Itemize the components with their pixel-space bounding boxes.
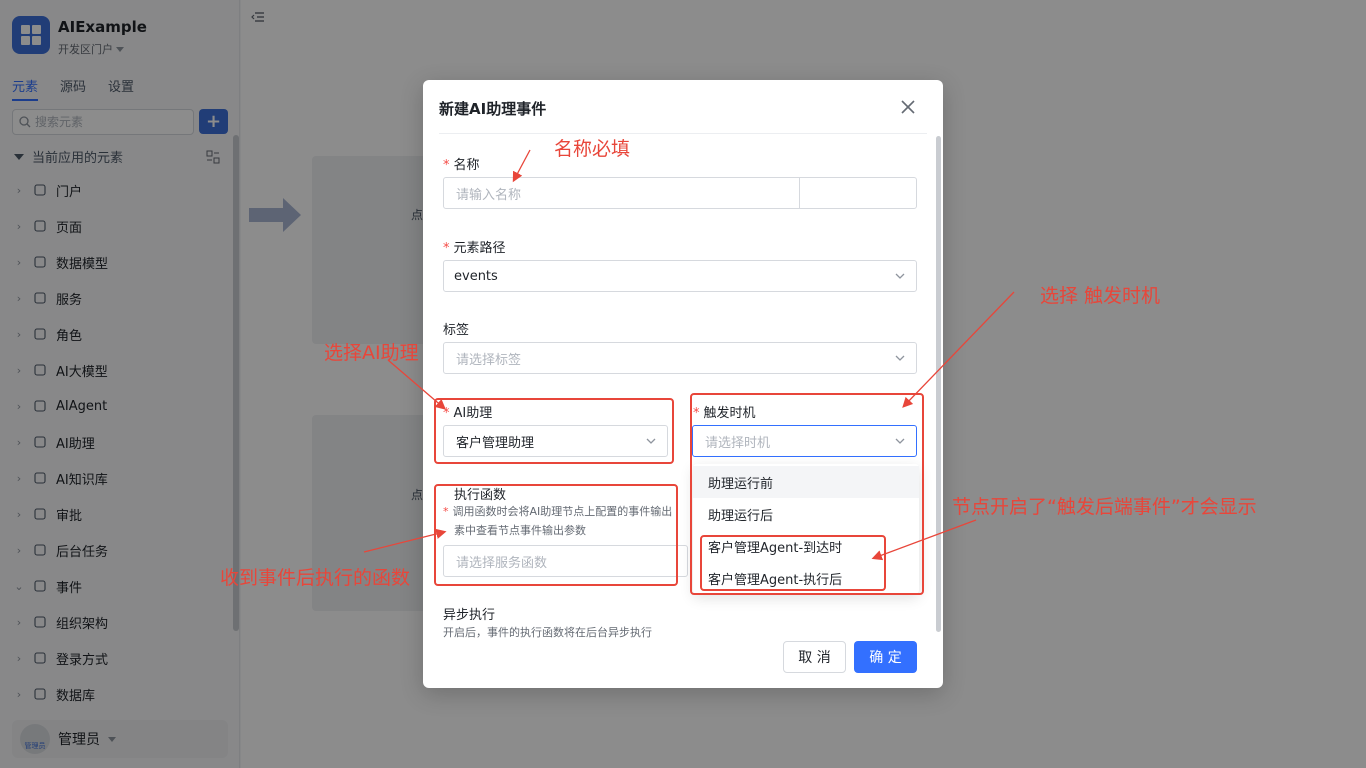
annotation-choose-trigger: 选择 触发时机 [1040,285,1161,307]
annotation-node-event: 节点开启了“触发后端事件”才会显示 [952,496,1257,518]
dialog-title: 新建AI助理事件 [439,100,547,118]
cancel-button[interactable]: 取 消 [783,641,846,673]
divider [799,178,800,208]
async-hint: 开启后，事件的执行函数将在后台异步执行 [443,626,652,639]
name-label: * 名称 [443,158,480,173]
annotation-exec-function: 收到事件后执行的函数 [220,567,411,589]
tag-select[interactable]: 请选择标签 [443,342,917,374]
divider [439,133,927,134]
name-field[interactable]: 请输入名称 [443,177,917,209]
tag-label: 标签 [443,323,470,338]
annotation-box-function [434,484,678,586]
name-placeholder: 请输入名称 [456,187,522,203]
chevron-down-icon [895,273,905,279]
new-event-dialog: 新建AI助理事件 * 名称 请输入名称 * 元素路径 events 标签 请选择标签… [423,80,943,688]
annotation-choose-assistant: 选择AI助理 [324,342,419,364]
confirm-button[interactable]: 确 定 [854,641,917,673]
path-value: events [454,268,498,284]
close-icon[interactable] [899,98,917,116]
path-select[interactable]: events [443,260,917,292]
annotation-name-required: 名称必填 [554,138,631,160]
dialog-scrollbar[interactable] [936,136,941,632]
annotation-box-agent-options [700,535,886,591]
path-label: * 元素路径 [443,241,506,256]
chevron-down-icon [895,355,905,361]
annotation-box-assistant [434,398,674,464]
tag-placeholder: 请选择标签 [456,352,522,368]
async-label: 异步执行 [443,608,496,623]
